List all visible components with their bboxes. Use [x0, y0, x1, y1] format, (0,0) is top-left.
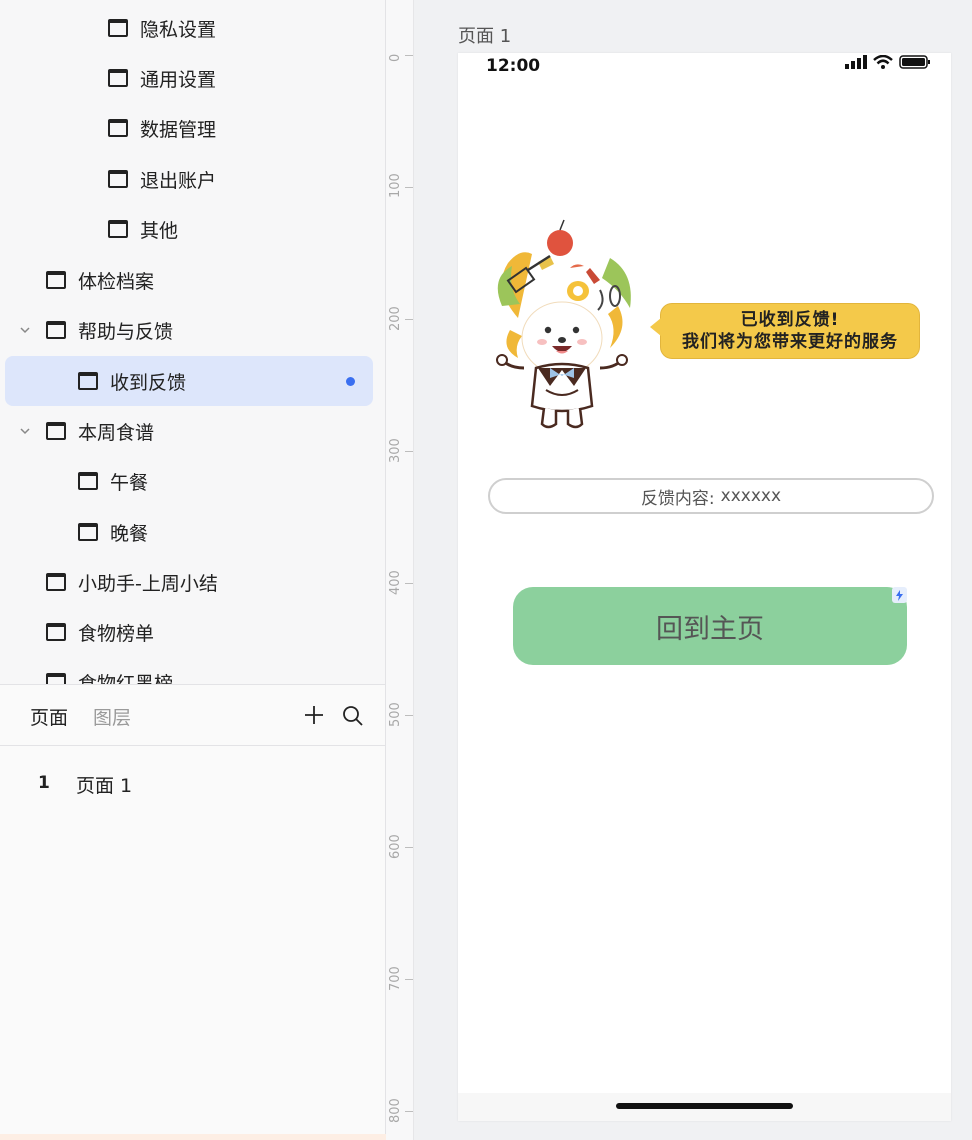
- ruler-tick: [405, 583, 413, 584]
- search-icon[interactable]: [342, 705, 364, 727]
- page-number: 1: [38, 773, 50, 793]
- ruler-label: 200: [388, 306, 403, 331]
- page-icon: [78, 472, 98, 490]
- vertical-ruler: 0 100 200 300 400 500 600 700 800: [386, 0, 414, 1140]
- lightning-icon: [892, 587, 907, 603]
- tree-item-label: 退出账户: [140, 169, 217, 192]
- tree-item-dinner[interactable]: 晚餐: [78, 507, 378, 557]
- bubble-line-1: 已收到反馈!: [740, 310, 840, 330]
- page-icon: [108, 119, 128, 137]
- tree-item-feedback-received[interactable]: 收到反馈: [5, 356, 373, 406]
- page-list-item[interactable]: 1 页面 1: [0, 763, 385, 803]
- home-indicator-zone: [458, 1093, 951, 1121]
- page-icon: [78, 372, 98, 390]
- tree-item-food-rankings[interactable]: 食物榜单: [46, 607, 376, 657]
- ruler-tick: [405, 187, 413, 188]
- page-icon: [108, 170, 128, 188]
- tab-layers[interactable]: 图层: [93, 703, 131, 730]
- wifi-icon: [873, 55, 893, 69]
- page-icon: [46, 623, 66, 641]
- chevron-down-icon[interactable]: [19, 324, 31, 336]
- back-to-home-button[interactable]: 回到主页: [513, 587, 907, 665]
- ruler-label: 700: [388, 966, 403, 991]
- ruler-label: 500: [388, 702, 403, 727]
- feedback-received-bubble: 已收到反馈! 我们将为您带来更好的服务: [650, 303, 920, 359]
- battery-icon: [899, 55, 930, 69]
- status-bar-time: 12:00: [486, 56, 541, 76]
- back-to-home-label: 回到主页: [656, 613, 764, 645]
- tree-item-label: 体检档案: [78, 270, 155, 293]
- feedback-label: 反馈内容:: [640, 488, 715, 509]
- page-icon: [46, 673, 66, 684]
- ruler-label: 300: [388, 438, 403, 463]
- panel-tabs: 页面 图层: [0, 685, 385, 746]
- tree-item-label: 小助手-上周小结: [78, 572, 218, 595]
- tree-item-label: 午餐: [110, 471, 149, 494]
- chevron-down-icon[interactable]: [19, 425, 31, 437]
- bubble-line-2: 我们将为您带来更好的服务: [682, 332, 898, 352]
- tree-item-label: 食物榜单: [78, 622, 155, 645]
- page-icon: [78, 523, 98, 541]
- signal-icon: [845, 55, 867, 69]
- tree-item-label: 数据管理: [140, 118, 217, 141]
- tree-item-label: 其他: [140, 219, 179, 242]
- page-icon: [46, 422, 66, 440]
- feedback-value: xxxxxx: [720, 486, 782, 506]
- page-icon: [46, 271, 66, 289]
- ruler-tick: [405, 847, 413, 848]
- tree-item-label: 隐私设置: [140, 18, 217, 41]
- bottom-strip: [0, 1134, 386, 1140]
- tree-item-label: 收到反馈: [110, 371, 187, 394]
- tree-item-logout[interactable]: 退出账户: [108, 154, 378, 204]
- ruler-label: 400: [388, 570, 403, 595]
- tree-item-health-records[interactable]: 体检档案: [46, 255, 376, 305]
- tab-pages[interactable]: 页面: [30, 703, 68, 730]
- pages-panel: 页面 图层 1 页面 1: [0, 684, 386, 1140]
- ruler-tick: [405, 1111, 413, 1112]
- tree-item-general-settings[interactable]: 通用设置: [108, 53, 378, 103]
- mascot-illustration: [496, 219, 631, 429]
- tree-item-food-red-black-list[interactable]: 食物红黑榜: [46, 657, 376, 684]
- plus-icon[interactable]: [304, 705, 324, 725]
- page-icon: [46, 573, 66, 591]
- ruler-label: 800: [388, 1098, 403, 1123]
- selected-indicator-dot: [346, 376, 355, 386]
- page-icon: [108, 220, 128, 238]
- status-bar-icons: [845, 55, 931, 69]
- ruler-label: 600: [388, 834, 403, 859]
- tree-item-weekly-recipes[interactable]: 本周食谱: [20, 406, 376, 456]
- tree-item-label: 本周食谱: [78, 421, 155, 444]
- ruler-tick: [405, 979, 413, 980]
- tree-item-label: 晚餐: [110, 522, 149, 545]
- ruler-label: 0: [388, 53, 403, 62]
- canvas-page-title: 页面 1: [458, 26, 512, 47]
- page-icon: [108, 19, 128, 37]
- home-indicator: [616, 1103, 793, 1109]
- page-icon: [108, 69, 128, 87]
- ruler-tick: [405, 451, 413, 452]
- tree-item-label: 帮助与反馈: [78, 320, 174, 343]
- ruler-tick: [405, 319, 413, 320]
- tree-item-data-management[interactable]: 数据管理: [108, 103, 378, 153]
- ruler-tick: [405, 55, 413, 56]
- page-name: 页面 1: [76, 775, 133, 797]
- page-icon: [46, 321, 66, 339]
- tree-item-privacy-settings[interactable]: 隐私设置: [108, 3, 378, 53]
- ruler-label: 100: [388, 173, 403, 198]
- tree-item-help-feedback[interactable]: 帮助与反馈: [20, 305, 376, 355]
- feedback-content-field[interactable]: 反馈内容: xxxxxx: [488, 478, 934, 514]
- page-tree-panel: 隐私设置 通用设置 数据管理 退出账户 其他 体检档案 帮助与反馈 收到反馈 本…: [0, 0, 386, 684]
- tree-item-label: 通用设置: [140, 68, 217, 91]
- tree-item-assistant-weekly-summary[interactable]: 小助手-上周小结: [46, 557, 376, 607]
- ruler-tick: [405, 715, 413, 716]
- tree-item-other[interactable]: 其他: [108, 204, 378, 254]
- tree-item-lunch[interactable]: 午餐: [78, 456, 378, 506]
- phone-frame[interactable]: 12:00 已收到反馈! 我们将为您带来更好的服务 反馈内容: xxxxxx 回…: [458, 53, 951, 1121]
- tree-item-label: 食物红黑榜: [78, 672, 174, 685]
